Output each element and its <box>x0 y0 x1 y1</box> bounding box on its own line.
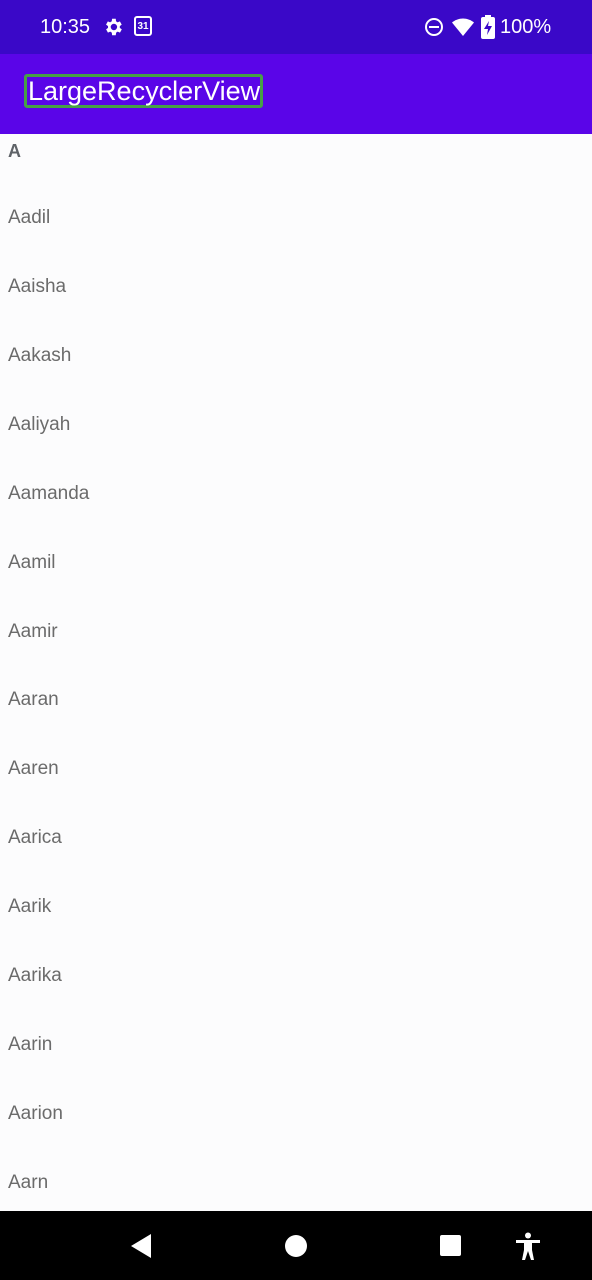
recents-icon[interactable] <box>440 1235 461 1256</box>
list-item[interactable]: Aadil <box>8 206 50 230</box>
list-item[interactable]: Aamir <box>8 620 58 644</box>
list-item[interactable]: Aarica <box>8 826 62 850</box>
list-item[interactable]: Aamil <box>8 551 56 575</box>
gear-icon <box>106 18 122 36</box>
back-icon[interactable] <box>129 1233 153 1259</box>
battery-charging-icon <box>481 15 495 39</box>
list-item[interactable]: Aaren <box>8 757 59 781</box>
status-time: 10:35 <box>40 16 91 38</box>
recycler-list[interactable]: A Aadil Aaisha Aakash Aaliyah Aamanda Aa… <box>0 134 592 1211</box>
section-header: A <box>8 141 21 161</box>
app-title: LargeRecyclerView <box>24 74 264 108</box>
list-item[interactable]: Aaisha <box>8 275 66 299</box>
list-item[interactable]: Aarik <box>8 895 51 919</box>
list-item[interactable]: Aakash <box>8 344 71 368</box>
list-item[interactable]: Aamanda <box>8 482 89 506</box>
battery-percentage: 100% <box>500 16 552 38</box>
do-not-disturb-icon <box>425 18 443 36</box>
status-bar: 10:35 31 100% <box>0 0 592 54</box>
list-item[interactable]: Aaliyah <box>8 413 70 437</box>
wifi-icon <box>452 18 474 36</box>
list-item[interactable]: Aarn <box>8 1171 48 1195</box>
accessibility-icon[interactable] <box>515 1232 541 1260</box>
navigation-bar <box>0 1211 592 1280</box>
calendar-icon: 31 <box>134 16 152 36</box>
list-item[interactable]: Aarion <box>8 1102 63 1126</box>
app-bar: LargeRecyclerView <box>0 54 592 134</box>
list-item[interactable]: Aarin <box>8 1033 52 1057</box>
list-item[interactable]: Aaran <box>8 688 59 712</box>
list-item[interactable]: Aarika <box>8 964 62 988</box>
home-icon[interactable] <box>285 1235 307 1257</box>
